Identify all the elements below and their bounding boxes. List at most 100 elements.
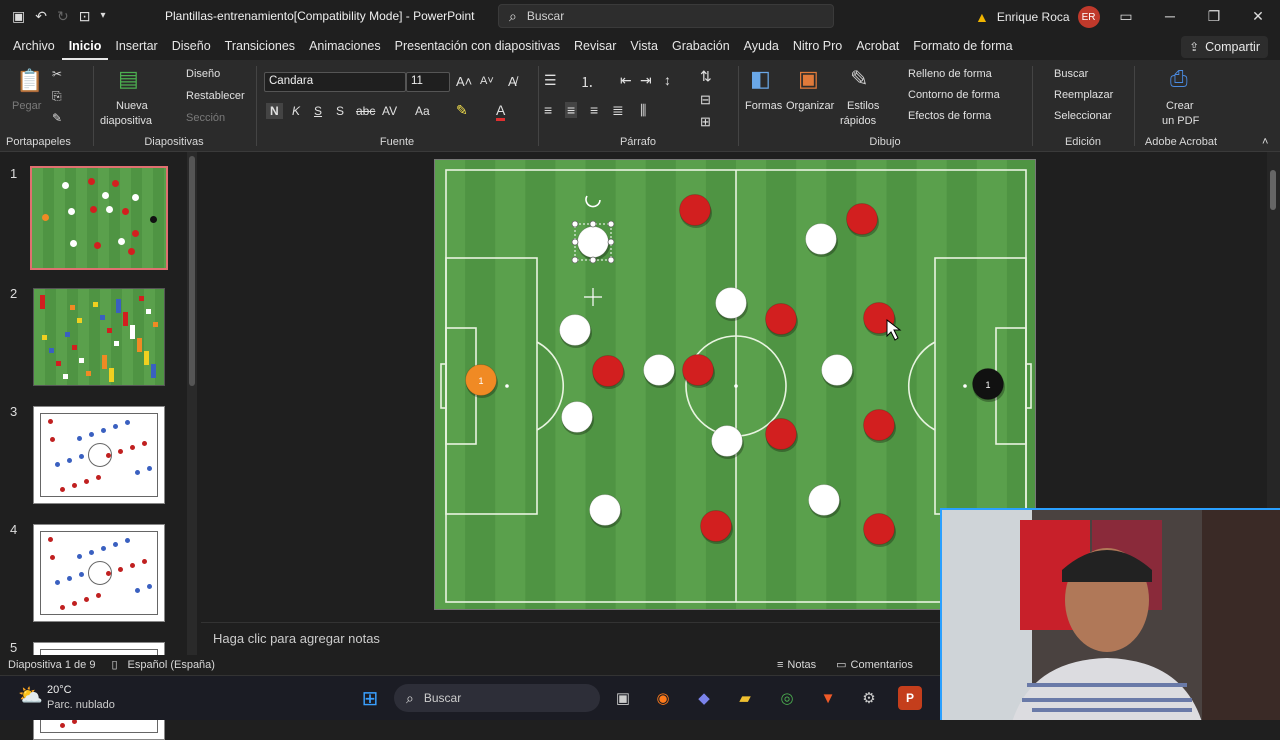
file-explorer-icon[interactable]: ▰: [733, 686, 757, 710]
tab-10[interactable]: Ayuda: [737, 32, 786, 60]
reset-button[interactable]: Restablecer: [186, 90, 245, 102]
search-box[interactable]: ⌕ Buscar: [498, 4, 834, 28]
comments-icon[interactable]: ▭: [836, 659, 846, 671]
teams-icon[interactable]: ◆: [692, 686, 716, 710]
char-spacing-icon[interactable]: AV: [382, 104, 397, 118]
new-slide-label-2[interactable]: diapositiva: [100, 115, 152, 127]
new-slide-icon[interactable]: ▤: [118, 66, 139, 92]
highlight-icon[interactable]: ✎: [456, 102, 468, 119]
grow-font-icon[interactable]: A˄: [456, 74, 472, 89]
create-pdf-label[interactable]: Crear: [1166, 100, 1194, 112]
format-painter-icon[interactable]: ✎: [52, 112, 62, 124]
task-view-icon[interactable]: ▣: [611, 686, 635, 710]
quick-styles-icon[interactable]: ✎: [850, 66, 868, 92]
underline-button[interactable]: S: [314, 104, 322, 118]
tab-11[interactable]: Nitro Pro: [786, 32, 849, 60]
shrink-font-icon[interactable]: A˅: [480, 75, 494, 87]
maximize-button[interactable]: ❐: [1192, 8, 1236, 25]
notes-icon[interactable]: ≡: [777, 659, 783, 671]
italic-button[interactable]: K: [292, 104, 300, 118]
shadow-button[interactable]: S: [336, 104, 344, 118]
taskbar-search[interactable]: ⌕ Buscar: [394, 684, 600, 712]
comments-toggle[interactable]: Comentarios: [851, 659, 913, 671]
layout-button[interactable]: Diseño: [186, 68, 220, 80]
font-size-combo[interactable]: 11: [406, 72, 450, 92]
strikethrough-icon[interactable]: abc: [356, 104, 375, 118]
tab-13[interactable]: Formato de forma: [906, 32, 1019, 60]
paste-icon[interactable]: 📋: [16, 68, 43, 94]
pdf-icon[interactable]: ⎙: [1170, 66, 1188, 92]
thumbnail-scrollbar[interactable]: [187, 152, 197, 655]
quick-styles-button[interactable]: Estilos: [847, 100, 879, 112]
close-button[interactable]: ✕: [1236, 8, 1280, 25]
select-button[interactable]: Seleccionar: [1054, 110, 1111, 122]
paste-button[interactable]: Pegar: [12, 100, 41, 112]
arrange-button[interactable]: Organizar: [786, 100, 834, 112]
tab-7[interactable]: Revisar: [567, 32, 623, 60]
tab-5[interactable]: Animaciones: [302, 32, 388, 60]
tab-12[interactable]: Acrobat: [849, 32, 906, 60]
shapes-icon[interactable]: ◧: [750, 66, 771, 92]
align-center-icon[interactable]: ≡: [565, 102, 578, 118]
collapse-ribbon-icon[interactable]: ˄: [1262, 136, 1268, 148]
font-name-combo[interactable]: Candara: [264, 72, 406, 92]
shape-outline-button[interactable]: Contorno de forma: [908, 89, 1000, 101]
slide-thumbnail[interactable]: [33, 288, 165, 386]
save-icon[interactable]: ▣: [12, 9, 25, 23]
tab-6[interactable]: Presentación con diapositivas: [388, 32, 567, 60]
smartart-icon[interactable]: ⊞: [700, 114, 711, 130]
tab-0[interactable]: Archivo: [6, 32, 62, 60]
accessibility-icon[interactable]: ▯: [111, 659, 117, 671]
redo-icon[interactable]: ↻: [57, 9, 69, 23]
minimize-button[interactable]: ─: [1148, 8, 1192, 24]
align-right-icon[interactable]: ≡: [590, 102, 598, 118]
notes-toggle[interactable]: Notas: [787, 659, 816, 671]
bold-button[interactable]: N: [266, 103, 283, 119]
slide-thumbnail[interactable]: [33, 406, 165, 504]
brave-icon[interactable]: ▼: [816, 686, 840, 710]
copy-icon[interactable]: ⎘: [52, 90, 62, 102]
quick-styles-button-2[interactable]: rápidos: [840, 115, 876, 127]
cut-icon[interactable]: ✂: [52, 68, 62, 80]
user-account[interactable]: ▲ Enrique Roca ER: [975, 6, 1100, 28]
ribbon-display-icon[interactable]: ▭: [1104, 8, 1148, 25]
weather-icon[interactable]: ⛅: [18, 686, 43, 706]
share-button[interactable]: ⇪ Compartir: [1181, 36, 1268, 58]
tab-8[interactable]: Vista: [623, 32, 665, 60]
numbering-icon[interactable]: ⒈: [580, 72, 594, 92]
language-indicator[interactable]: Español (España): [128, 659, 215, 671]
new-slide-label[interactable]: Nueva: [116, 100, 148, 112]
slide-thumbnail[interactable]: [30, 166, 168, 270]
align-left-icon[interactable]: ≡: [544, 102, 552, 118]
powerpoint-icon[interactable]: P: [898, 686, 922, 710]
replace-button[interactable]: Reemplazar: [1054, 89, 1113, 101]
clear-format-icon[interactable]: A̸: [508, 74, 517, 89]
present-icon[interactable]: ⊡: [79, 9, 91, 23]
justify-icon[interactable]: ≣: [612, 102, 624, 119]
firefox-icon[interactable]: ◉: [651, 686, 675, 710]
tab-1[interactable]: Inicio: [61, 32, 109, 60]
shape-fill-button[interactable]: Relleno de forma: [908, 68, 992, 80]
change-case-icon[interactable]: Aa: [415, 104, 430, 118]
find-button[interactable]: Buscar: [1054, 68, 1088, 80]
start-icon[interactable]: ⊞: [358, 686, 382, 710]
text-direction-icon[interactable]: ⇅: [700, 68, 712, 85]
customize-qat-icon[interactable]: ▾: [100, 11, 105, 21]
arrange-icon[interactable]: ▣: [798, 66, 819, 92]
font-color-icon[interactable]: A: [496, 102, 506, 121]
section-button[interactable]: Sección: [186, 112, 225, 124]
slide-thumbnail[interactable]: [33, 524, 165, 622]
undo-icon[interactable]: ↶: [35, 9, 47, 23]
tab-3[interactable]: Diseño: [165, 32, 218, 60]
tab-4[interactable]: Transiciones: [218, 32, 302, 60]
settings-icon[interactable]: ⚙: [857, 686, 881, 710]
align-text-icon[interactable]: ⊟: [700, 92, 711, 108]
line-spacing-icon[interactable]: ↕: [664, 72, 671, 88]
shapes-button[interactable]: Formas: [745, 100, 782, 112]
chrome-icon[interactable]: ◎: [775, 686, 799, 710]
increase-indent-icon[interactable]: ⇥: [640, 72, 652, 89]
tab-2[interactable]: Insertar: [108, 32, 164, 60]
bullets-icon[interactable]: ☰: [544, 72, 557, 89]
shape-effects-button[interactable]: Efectos de forma: [908, 110, 991, 122]
avatar[interactable]: ER: [1077, 6, 1100, 28]
